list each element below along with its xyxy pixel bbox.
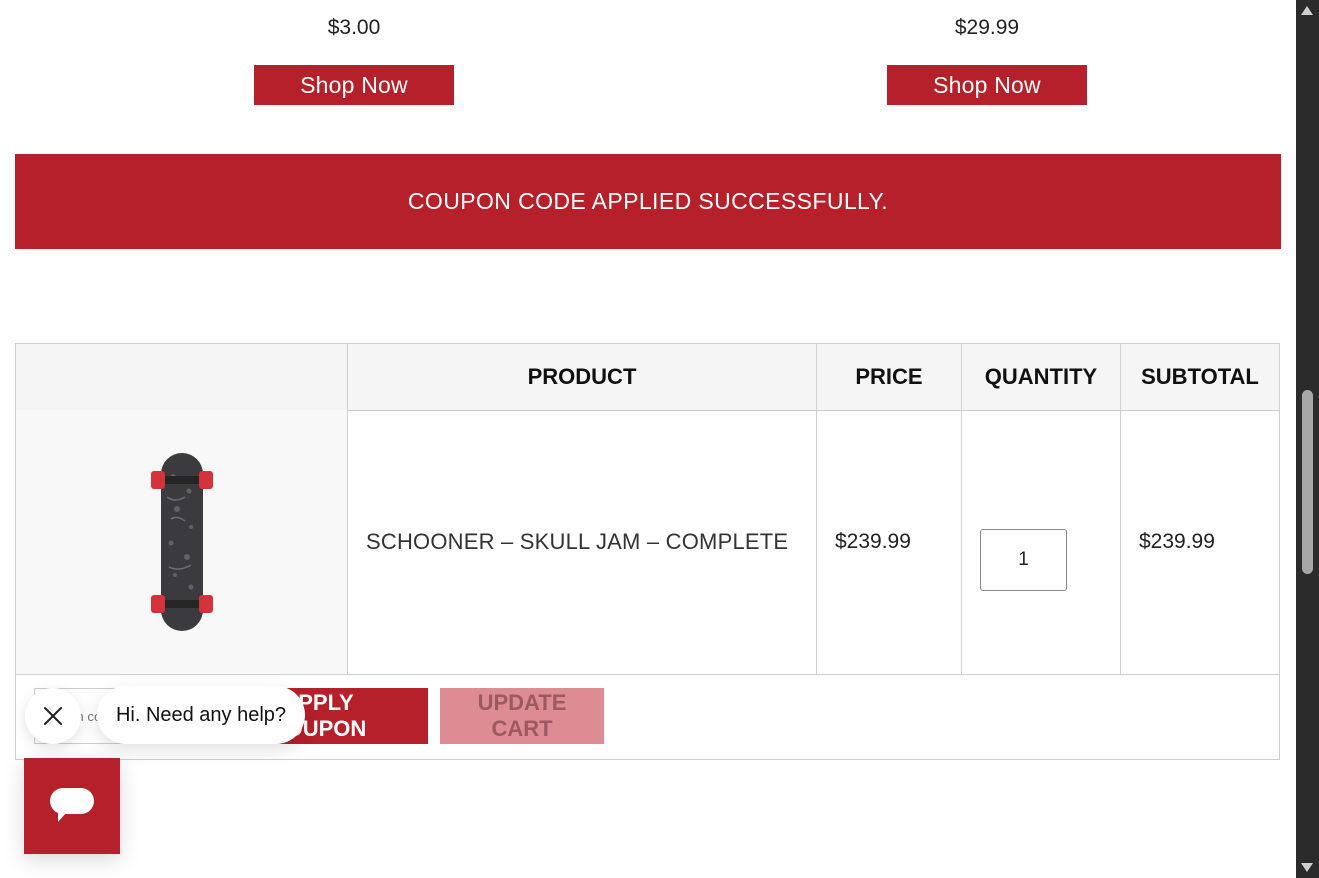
- shop-now-button[interactable]: Shop Now: [254, 65, 454, 105]
- quantity-input[interactable]: [980, 529, 1067, 591]
- scroll-down-icon[interactable]: [1301, 863, 1313, 872]
- promo-price: $3.00: [327, 16, 381, 39]
- chat-close-button[interactable]: [25, 688, 81, 744]
- header-product: PRODUCT: [348, 344, 817, 410]
- shop-now-button[interactable]: Shop Now: [887, 65, 1087, 105]
- promo-price: $29.99: [954, 16, 1020, 39]
- header-quantity: QUANTITY: [962, 344, 1121, 410]
- item-subtotal: $239.99: [1139, 530, 1215, 553]
- quantity-cell: [962, 410, 1121, 674]
- skateboard-image[interactable]: [147, 447, 217, 637]
- item-price: $239.99: [817, 410, 962, 674]
- chat-launcher-button[interactable]: [24, 758, 120, 854]
- scroll-up-icon[interactable]: [1301, 6, 1313, 15]
- coupon-success-notice: COUPON CODE APPLIED SUCCESSFULLY.: [15, 154, 1281, 249]
- chat-bubble-icon: [50, 788, 94, 822]
- header-price: PRICE: [817, 344, 962, 410]
- page-scrollbar[interactable]: [1296, 0, 1319, 878]
- header-subtotal: SUBTOTAL: [1141, 364, 1259, 389]
- cart-table-header: PRODUCT PRICE QUANTITY SUBTOTAL: [16, 344, 1279, 411]
- product-thumbnail[interactable]: [16, 410, 348, 674]
- close-icon: [44, 707, 62, 725]
- update-cart-button[interactable]: UPDATE CART: [440, 688, 604, 744]
- header-thumbnail: [16, 344, 348, 410]
- product-name-link[interactable]: SCHOONER – SKULL JAM – COMPLETE: [348, 410, 817, 674]
- cart-item-row: SCHOONER – SKULL JAM – COMPLETE $239.99 …: [16, 410, 1279, 675]
- scrollbar-thumb[interactable]: [1302, 390, 1313, 574]
- chat-greeting-bubble[interactable]: Hi. Need any help?: [97, 686, 305, 744]
